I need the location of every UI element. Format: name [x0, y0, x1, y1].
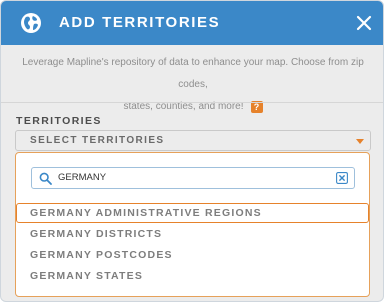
select-territories-label: SELECT TERRITORIES [30, 135, 165, 146]
option-germany-states[interactable]: GERMANY STATES [16, 266, 369, 286]
dialog-header: ADD TERRITORIES [1, 1, 383, 45]
globe-icon [21, 13, 41, 33]
caret-down-icon[interactable] [356, 139, 364, 144]
search-icon [39, 172, 52, 185]
option-germany-postcodes[interactable]: GERMANY POSTCODES [16, 245, 369, 265]
search-input[interactable] [58, 171, 328, 185]
clear-icon[interactable] [336, 172, 348, 184]
add-territories-dialog: ADD TERRITORIES Leverage Mapline's repos… [0, 0, 384, 302]
territories-select[interactable]: SELECT TERRITORIES [15, 130, 371, 151]
dialog-description: Leverage Mapline's repository of data to… [7, 52, 379, 118]
option-germany-administrative-regions[interactable]: GERMANY ADMINISTRATIVE REGIONS [16, 203, 369, 223]
close-icon[interactable] [353, 12, 375, 34]
search-box[interactable] [31, 167, 355, 189]
territories-dropdown: GERMANY ADMINISTRATIVE REGIONS GERMANY D… [15, 152, 370, 297]
dialog-title: ADD TERRITORIES [59, 14, 221, 31]
divider [1, 102, 383, 103]
description-line-1: Leverage Mapline's repository of data to… [22, 57, 364, 90]
option-germany-districts[interactable]: GERMANY DISTRICTS [16, 224, 369, 244]
territories-label: TERRITORIES [16, 115, 102, 127]
